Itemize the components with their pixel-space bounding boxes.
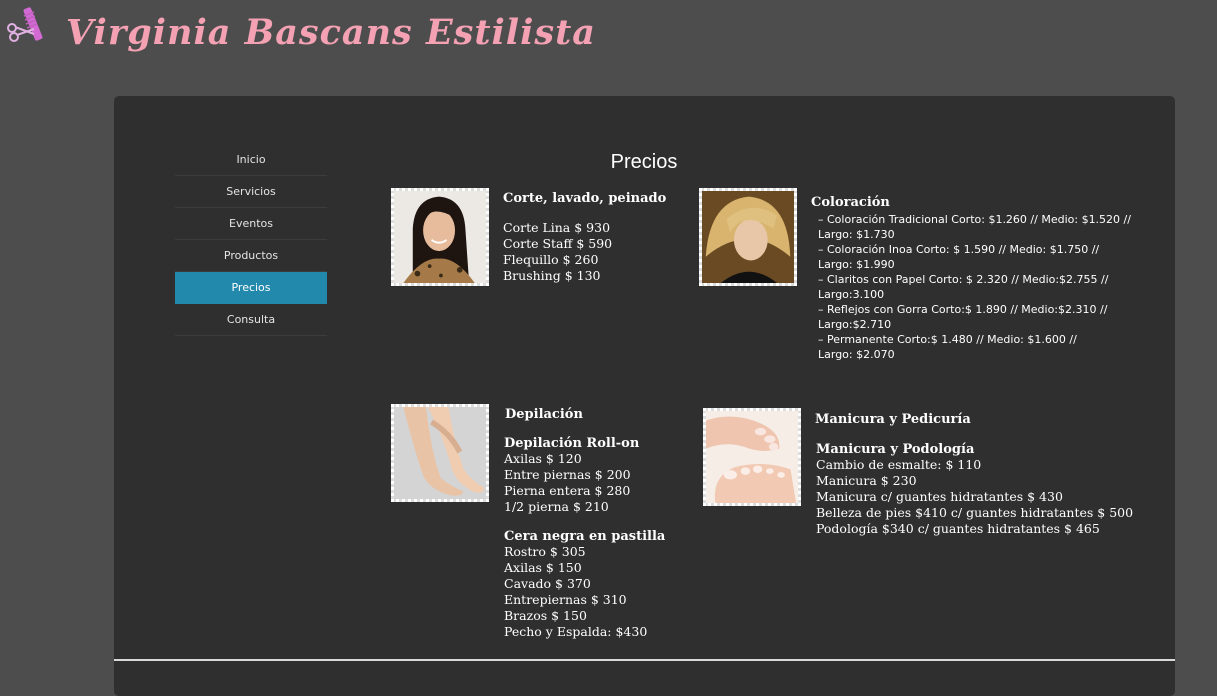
coloracion-line: Largo: $1.730	[818, 228, 895, 241]
roll-on-item: 1/2 pierna $ 210	[504, 499, 609, 514]
waxing-photo	[391, 404, 489, 502]
cera-title: Cera negra en pastilla	[504, 529, 666, 544]
podologia-title: Manicura y Podología	[816, 442, 975, 457]
cera-item: Rostro $ 305	[504, 544, 586, 559]
nav-item-servicios[interactable]: Servicios	[175, 176, 327, 208]
page-title: Precios	[610, 151, 678, 173]
cera-item: Brazos $ 150	[504, 608, 587, 623]
manicure-photo	[703, 408, 801, 506]
roll-on-item: Entre piernas $ 200	[504, 467, 631, 482]
manicura-item: Cambio de esmalte: $ 110	[816, 457, 982, 472]
manicura-item: Manicura $ 230	[816, 473, 917, 488]
manicura-list: Manicura y Podología Cambio de esmalte: …	[816, 442, 1133, 537]
coloracion-line: Largo:$2.710	[818, 318, 892, 331]
coloracion-line: Largo:3.100	[818, 288, 885, 301]
corte-title: Corte, lavado, peinado	[503, 191, 667, 206]
depilacion-block: Depilación	[505, 407, 583, 422]
nav-item-eventos[interactable]: Eventos	[175, 208, 327, 240]
nav-item-productos[interactable]: Productos	[175, 240, 327, 272]
coloracion-line: – Coloración Inoa Corto: $ 1.590 // Medi…	[818, 243, 1100, 256]
manicura-item: Podología $340 c/ guantes hidratantes $ …	[816, 521, 1100, 536]
coloracion-line: Largo: $1.990	[818, 258, 895, 271]
nav-item-consulta[interactable]: Consulta	[175, 304, 327, 336]
cera-item: Cavado $ 370	[504, 576, 591, 591]
site-header: Virginia Bascans Estilista	[0, 0, 1217, 90]
haircut-photo	[391, 188, 489, 286]
corte-item: Flequillo $ 260	[503, 252, 599, 267]
nav-item-precios[interactable]: Precios	[175, 272, 327, 304]
corte-item: Corte Lina $ 930	[503, 220, 611, 235]
coloracion-line: – Claritos con Papel Corto: $ 2.320 // M…	[818, 273, 1109, 286]
coloracion-line: Largo: $2.070	[818, 348, 895, 361]
depilacion-title: Depilación	[505, 407, 583, 422]
cera-item: Axilas $ 150	[504, 560, 582, 575]
footer-divider	[114, 659, 1175, 661]
corte-item: Corte Staff $ 590	[503, 236, 613, 251]
roll-on-item: Axilas $ 120	[504, 451, 582, 466]
comb-scissors-icon[interactable]	[4, 4, 52, 44]
main-nav: Inicio Servicios Eventos Productos Preci…	[175, 144, 327, 336]
cera-item: Pecho y Espalda: $430	[504, 624, 648, 639]
roll-on-title: Depilación Roll-on	[504, 436, 640, 451]
nav-item-inicio[interactable]: Inicio	[175, 144, 327, 176]
corte-block: Corte, lavado, peinado Corte Lina $ 930 …	[503, 191, 666, 284]
coloracion-line: – Permanente Corto:$ 1.480 // Medio: $1.…	[818, 333, 1077, 346]
depilacion-list: Depilación Roll-on Axilas $ 120 Entre pi…	[504, 436, 665, 640]
manicura-item: Manicura c/ guantes hidratantes $ 430	[816, 489, 1063, 504]
coloracion-block: Coloración – Coloración Tradicional Cort…	[811, 195, 1131, 362]
manicura-title: Manicura y Pedicuría	[815, 412, 971, 427]
coloracion-line: – Reflejos con Gorra Corto:$ 1.890 // Me…	[818, 303, 1108, 316]
manicura-item: Belleza de pies $410 c/ guantes hidratan…	[816, 505, 1134, 520]
site-title[interactable]: Virginia Bascans Estilista	[66, 12, 596, 53]
coloracion-title: Coloración	[811, 195, 890, 210]
cera-item: Entrepiernas $ 310	[504, 592, 627, 607]
coloracion-line: – Coloración Tradicional Corto: $1.260 /…	[818, 213, 1131, 226]
corte-item: Brushing $ 130	[503, 268, 601, 283]
roll-on-item: Pierna entera $ 280	[504, 483, 631, 498]
coloring-photo	[699, 188, 797, 286]
manicura-block: Manicura y Pedicuría	[815, 412, 971, 427]
